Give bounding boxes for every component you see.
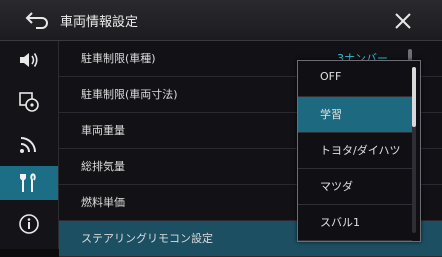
dropdown-option[interactable]: トヨタ/ダイハツ: [298, 133, 412, 169]
info-icon: [19, 214, 39, 234]
row-label: 車両重量: [81, 124, 125, 137]
option-label: OFF: [320, 70, 342, 83]
steering-remote-dropdown: OFF 学習 トヨタ/ダイハツ マツダ スバル1: [297, 60, 421, 242]
signal-icon: [20, 137, 36, 153]
option-label: トヨタ/ダイハツ: [320, 144, 401, 157]
close-button[interactable]: [392, 10, 414, 32]
sidebar-item-connectivity[interactable]: [0, 127, 58, 161]
page-title: 車両情報設定: [60, 15, 139, 30]
sidebar-item-info[interactable]: [0, 207, 58, 241]
audio-source-icon: [19, 92, 39, 112]
row-label: 駐車制限(車種): [81, 52, 156, 65]
back-button[interactable]: [24, 9, 50, 31]
header-bar: 車両情報設定: [0, 0, 442, 41]
row-label: 総排気量: [81, 160, 125, 173]
speaker-icon: [20, 53, 38, 67]
sidebar-item-sound[interactable]: [0, 43, 58, 77]
close-icon: [395, 13, 411, 29]
tools-icon: [20, 173, 36, 192]
back-arrow-icon: [25, 12, 48, 29]
row-label: 駐車制限(車両寸法): [81, 88, 178, 101]
sidebar-item-source[interactable]: [0, 85, 58, 119]
sidebar-item-system[interactable]: [0, 166, 58, 200]
row-label: ステアリングリモコン設定: [81, 232, 213, 245]
row-label: 燃料単価: [81, 196, 125, 209]
dropdown-option[interactable]: OFF: [298, 61, 412, 97]
dropdown-option-selected[interactable]: 学習: [298, 97, 412, 133]
dropdown-scroll-thumb[interactable]: [412, 67, 416, 127]
option-label: スバル1: [320, 216, 360, 229]
dropdown-option[interactable]: マツダ: [298, 169, 412, 205]
sidebar: [0, 41, 59, 249]
dropdown-option[interactable]: スバル1: [298, 205, 412, 241]
option-label: 学習: [320, 108, 342, 121]
option-label: マツダ: [320, 180, 353, 193]
